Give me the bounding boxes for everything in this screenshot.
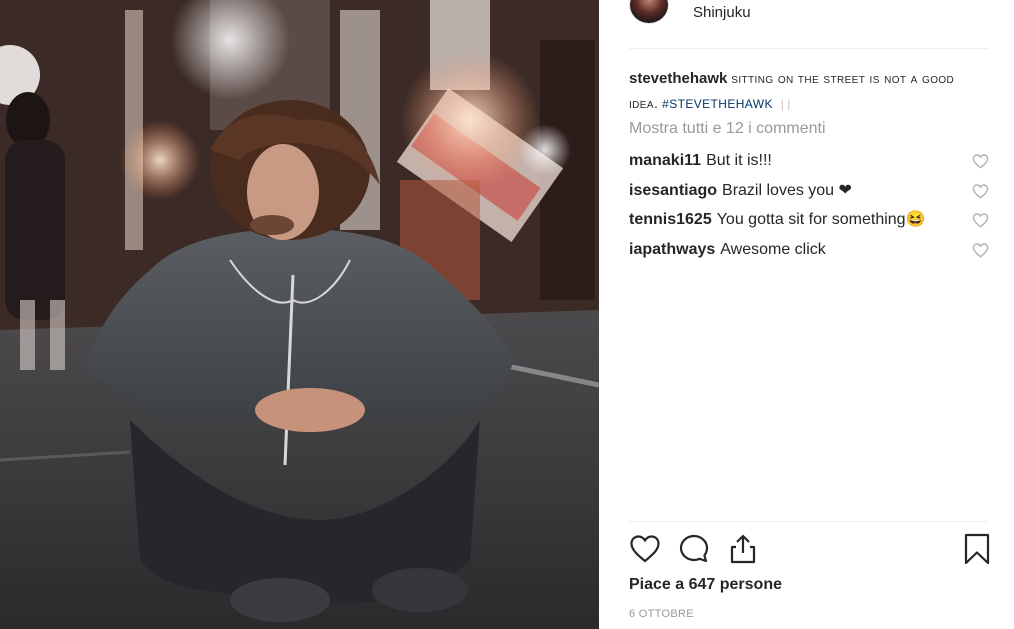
likes-count[interactable]: Piace a 647 persone — [629, 576, 782, 594]
comment-item: iapathways Awesome click — [629, 239, 989, 269]
comment-username[interactable]: tennis1625 — [629, 211, 712, 228]
post-caption: stevethehawk SITTING ON THE STREET IS NO… — [629, 66, 979, 116]
caption-trailing: | | — [780, 97, 791, 111]
comment-item: tennis1625 You gotta sit for something😆 — [629, 209, 989, 239]
comment-text: But it is!!! — [706, 152, 772, 169]
heart-icon[interactable] — [972, 153, 989, 169]
avatar[interactable] — [629, 0, 669, 24]
post-sidebar: Shinjuku stevethehawk SITTING ON THE STR… — [599, 0, 1014, 629]
view-all-comments-link[interactable]: Mostra tutti e 12 i commenti — [629, 120, 826, 138]
comment-text: Awesome click — [720, 240, 826, 258]
comment-item: manaki11 But it is!!! — [629, 150, 989, 180]
heart-icon[interactable] — [972, 212, 989, 228]
caption-username[interactable]: stevethehawk — [629, 70, 727, 87]
caption-hashtag[interactable]: #STEVETHEHAWK — [662, 97, 773, 111]
share-icon[interactable] — [727, 533, 759, 565]
bookmark-icon[interactable] — [961, 533, 993, 565]
comment-bubble-icon[interactable] — [678, 533, 710, 565]
comment-username[interactable]: manaki11 — [629, 152, 701, 169]
photo-illustration — [0, 0, 599, 629]
header-divider — [629, 48, 988, 49]
comment-list: manaki11 But it is!!! isesantiago Brazil l… — [629, 150, 989, 268]
heart-icon[interactable] — [972, 183, 989, 199]
comment-username[interactable]: iapathways — [629, 241, 715, 258]
location-link[interactable]: Shinjuku — [693, 4, 751, 21]
actions-divider — [629, 521, 988, 522]
post-photo[interactable] — [0, 0, 599, 629]
post-date[interactable]: 6 OTTOBRE — [629, 608, 694, 620]
comment-text: Brazil loves you ❤ — [722, 181, 852, 199]
heart-icon[interactable] — [629, 533, 661, 565]
comment-username[interactable]: isesantiago — [629, 182, 717, 199]
post-actions — [629, 533, 990, 569]
heart-icon[interactable] — [972, 242, 989, 258]
comment-text: You gotta sit for something😆 — [716, 211, 926, 228]
comment-item: isesantiago Brazil loves you ❤ — [629, 180, 989, 210]
